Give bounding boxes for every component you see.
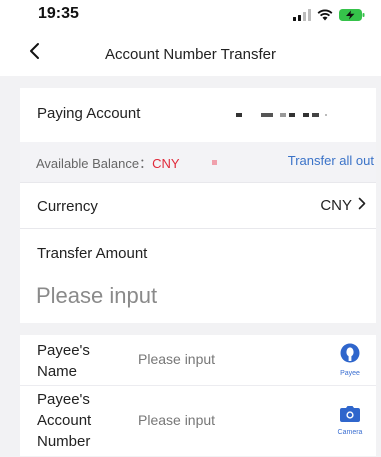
paying-account-label: Paying Account bbox=[37, 105, 141, 122]
page-title: Account Number Transfer bbox=[105, 46, 276, 63]
payee-account-row: Payee's Account Number Camera bbox=[20, 385, 376, 456]
available-balance: Available Balance：CNY bbox=[36, 153, 180, 172]
payee-account-label: Payee's Account Number bbox=[37, 391, 92, 450]
payee-name-row: Payee's Name Payee bbox=[20, 335, 376, 385]
currency-value: CNY bbox=[320, 197, 352, 214]
transfer-all-out-link[interactable]: Transfer all out bbox=[288, 153, 374, 168]
available-balance-label: Available Balance： bbox=[36, 156, 153, 171]
payee-button-caption: Payee bbox=[340, 370, 360, 377]
person-icon bbox=[340, 343, 360, 368]
payee-account-input[interactable] bbox=[138, 412, 318, 428]
payee-list-button[interactable]: Payee bbox=[332, 343, 368, 377]
currency-label: Currency bbox=[37, 198, 98, 215]
transfer-amount-input[interactable] bbox=[36, 283, 356, 309]
payee-name-input[interactable] bbox=[138, 351, 318, 367]
transfer-amount-label: Transfer Amount bbox=[37, 245, 148, 262]
status-bar: 19:35 bbox=[0, 0, 381, 30]
signal-icon bbox=[293, 8, 311, 26]
balance-amount-mask bbox=[212, 160, 217, 165]
payee-name-label: Payee's Name bbox=[37, 342, 90, 380]
nav-bar: Account Number Transfer bbox=[0, 30, 381, 76]
battery-charging-icon bbox=[339, 8, 365, 26]
available-balance-row: Available Balance：CNY Transfer all out bbox=[20, 142, 376, 182]
camera-button-caption: Camera bbox=[337, 429, 363, 436]
paying-account-masked-number bbox=[236, 113, 334, 117]
status-icons bbox=[293, 8, 365, 26]
wifi-icon bbox=[317, 8, 333, 26]
transfer-amount-section: Transfer Amount bbox=[20, 228, 376, 323]
paying-account-row[interactable]: Paying Account bbox=[20, 88, 376, 142]
currency-selector[interactable]: CNY bbox=[320, 197, 366, 214]
camera-icon bbox=[340, 406, 360, 427]
camera-scan-button[interactable]: Camera bbox=[332, 406, 368, 436]
chevron-right-icon bbox=[358, 197, 366, 214]
status-time: 19:35 bbox=[38, 5, 79, 22]
currency-row[interactable]: Currency CNY bbox=[20, 182, 376, 229]
balance-currency: CNY bbox=[152, 156, 180, 171]
